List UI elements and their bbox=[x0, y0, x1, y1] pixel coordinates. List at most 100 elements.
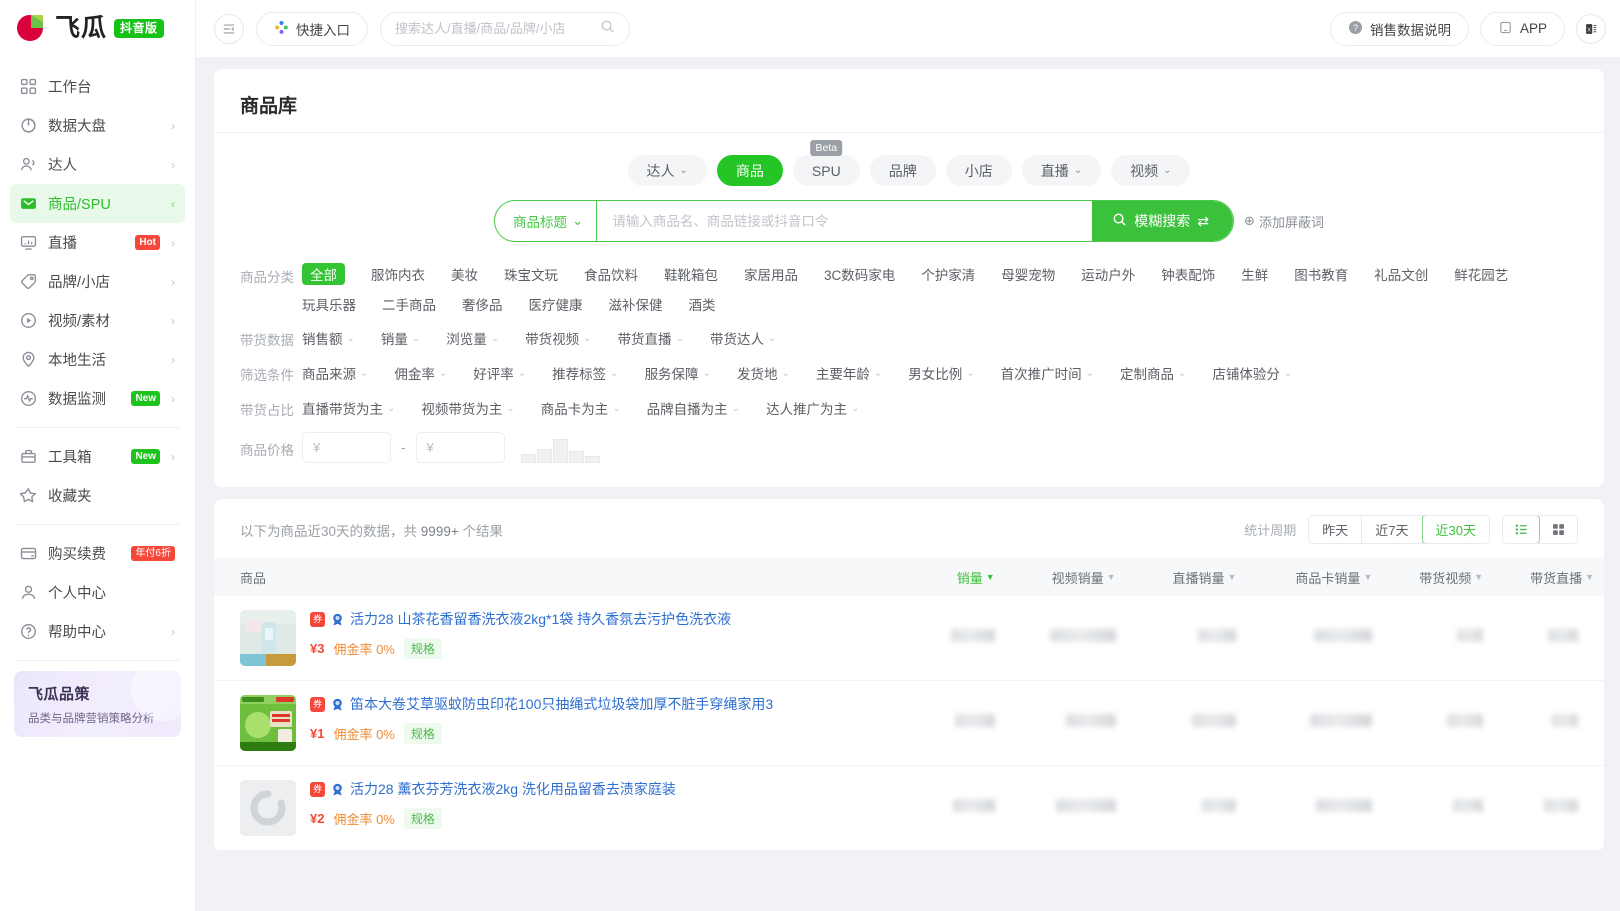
product-thumbnail[interactable] bbox=[240, 610, 296, 666]
col-sales-volume[interactable]: 销量 ▼ bbox=[898, 558, 1005, 596]
filter-item[interactable]: 食品饮料 bbox=[584, 264, 638, 284]
list-view-icon[interactable] bbox=[1503, 516, 1540, 543]
col-card-sales[interactable]: 商品卡销量 ▼ bbox=[1246, 558, 1383, 596]
filter-item[interactable]: 美妆 bbox=[451, 264, 478, 284]
filter-item[interactable]: 浏览量 ⌄ bbox=[446, 327, 499, 349]
global-search[interactable] bbox=[380, 11, 630, 46]
sidebar-item-video-material[interactable]: 视频/素材 › bbox=[10, 301, 185, 340]
promo-card-feigua-pince[interactable]: 飞瓜品策 品类与品牌营销策略分析 bbox=[14, 671, 181, 737]
filter-item[interactable]: 钟表配饰 bbox=[1161, 264, 1215, 284]
filter-item[interactable]: 家居用品 bbox=[744, 264, 798, 284]
filter-item[interactable]: 达人推广为主 ⌄ bbox=[766, 397, 859, 419]
period-yesterday[interactable]: 昨天 bbox=[1309, 516, 1363, 543]
product-spec-button[interactable]: 规格 bbox=[403, 722, 442, 744]
table-row[interactable]: 券 活力28 山茶花香留香洗衣液2kg*1袋 持久香氛去污护色洗衣液 ¥3 佣金… bbox=[214, 596, 1604, 681]
sidebar-item-data-monitor[interactable]: 数据监测 New › bbox=[10, 379, 185, 418]
app-button[interactable]: APP bbox=[1479, 11, 1565, 46]
tab-live[interactable]: 直播 ⌄ bbox=[1021, 155, 1102, 186]
sidebar-item-workbench[interactable]: 工作台 bbox=[10, 67, 185, 106]
tab-influencer[interactable]: 达人 ⌄ bbox=[627, 155, 707, 186]
product-title[interactable]: 活力28 薰衣芬芳洗衣液2kg 洗化用品留香去渍家庭装 bbox=[350, 780, 676, 799]
filter-item[interactable]: 视频带货为主 ⌄ bbox=[421, 397, 514, 419]
tab-shop[interactable]: 小店 bbox=[945, 155, 1012, 186]
filter-item[interactable]: 首次推广时间 ⌄ bbox=[1001, 362, 1094, 384]
grid-view-icon[interactable] bbox=[1539, 516, 1577, 543]
filter-item[interactable]: 奢侈品 bbox=[462, 294, 503, 314]
search-input[interactable] bbox=[395, 21, 600, 36]
filter-item[interactable]: 定制商品 ⌄ bbox=[1120, 362, 1186, 384]
filter-item[interactable]: 珠宝文玩 bbox=[504, 264, 558, 284]
search-submit-button[interactable]: 模糊搜索 ⇄ bbox=[1092, 201, 1234, 241]
sidebar-item-favorites[interactable]: 收藏夹 bbox=[10, 476, 185, 515]
price-distribution-histogram[interactable] bbox=[520, 432, 600, 463]
filter-item[interactable]: 玩具乐器 bbox=[302, 294, 356, 314]
quick-entry-button[interactable]: 快捷入口 bbox=[256, 11, 368, 46]
swap-icon[interactable]: ⇄ bbox=[1197, 213, 1209, 230]
product-search-input[interactable] bbox=[597, 201, 1093, 241]
search-icon[interactable] bbox=[600, 19, 615, 39]
filter-item[interactable]: 生鲜 bbox=[1241, 264, 1268, 284]
sidebar-item-influencer[interactable]: 达人 › bbox=[10, 145, 185, 184]
product-spec-button[interactable]: 规格 bbox=[403, 637, 442, 659]
product-thumbnail[interactable] bbox=[240, 695, 296, 751]
filter-item[interactable]: 主要年龄 ⌄ bbox=[816, 362, 882, 384]
product-thumbnail-loading[interactable] bbox=[240, 780, 296, 836]
table-row[interactable]: 券 笛本大卷艾草驱蚊防虫印花100只抽绳式垃圾袋加厚不脏手穿绳家用3 ¥1 佣金… bbox=[214, 680, 1604, 766]
filter-item[interactable]: 品牌自播为主 ⌄ bbox=[647, 397, 740, 419]
period-7days[interactable]: 近7天 bbox=[1362, 516, 1423, 543]
sidebar-item-toolbox[interactable]: 工具箱 New › bbox=[10, 437, 185, 476]
search-scope-select[interactable]: 商品标题 ⌄ bbox=[495, 201, 598, 241]
tab-spu[interactable]: Beta SPU bbox=[792, 140, 860, 186]
filter-item[interactable]: 3C数码家电 bbox=[824, 264, 895, 284]
collapse-sidebar-icon[interactable] bbox=[214, 13, 244, 44]
sidebar-item-personal-center[interactable]: 个人中心 bbox=[10, 573, 185, 612]
sidebar-item-local-life[interactable]: 本地生活 › bbox=[10, 340, 185, 379]
filter-item[interactable]: 母婴宠物 bbox=[1001, 264, 1055, 284]
filter-item[interactable]: 直播带货为主 ⌄ bbox=[302, 397, 395, 419]
col-promo-lives[interactable]: 带货直播 ▼ bbox=[1493, 558, 1604, 596]
filter-item[interactable]: 图书教育 bbox=[1294, 264, 1348, 284]
filter-item[interactable]: 发货地 ⌄ bbox=[737, 362, 790, 384]
tab-product[interactable]: 商品 bbox=[716, 155, 783, 186]
filter-item[interactable]: 酒类 bbox=[689, 294, 716, 314]
product-spec-button[interactable]: 规格 bbox=[403, 807, 442, 829]
sidebar-item-data-overview[interactable]: 数据大盘 › bbox=[10, 106, 185, 145]
filter-item[interactable]: 店铺体验分 ⌄ bbox=[1212, 362, 1292, 384]
filter-item[interactable]: 礼品文创 bbox=[1374, 264, 1428, 284]
col-video-sales[interactable]: 视频销量 ▼ bbox=[1004, 558, 1126, 596]
filter-item[interactable]: 服务保障 ⌄ bbox=[645, 362, 711, 384]
filter-item[interactable]: 服饰内衣 bbox=[371, 264, 425, 284]
product-title[interactable]: 笛本大卷艾草驱蚊防虫印花100只抽绳式垃圾袋加厚不脏手穿绳家用3 bbox=[350, 695, 773, 714]
sidebar-item-live[interactable]: 直播 Hot › bbox=[10, 223, 185, 262]
price-min-input[interactable]: ¥ bbox=[302, 432, 391, 463]
tab-brand[interactable]: 品牌 bbox=[869, 155, 936, 186]
filter-item[interactable]: 滋补保健 bbox=[609, 294, 663, 314]
filter-item[interactable]: 商品卡为主 ⌄ bbox=[541, 397, 621, 419]
sales-data-help-button[interactable]: ? 销售数据说明 bbox=[1329, 11, 1469, 46]
filter-item[interactable]: 带货视频 ⌄ bbox=[525, 327, 591, 349]
table-row[interactable]: 券 活力28 薰衣芬芳洗衣液2kg 洗化用品留香去渍家庭装 ¥2 佣金率 0% … bbox=[214, 765, 1604, 851]
sidebar-item-purchase-renew[interactable]: 购买续费 年付6折 bbox=[10, 534, 185, 573]
period-30days[interactable]: 近30天 bbox=[1421, 516, 1490, 543]
sidebar-item-brand-shop[interactable]: 品牌/小店 › bbox=[10, 262, 185, 301]
filter-item[interactable]: 鲜花园艺 bbox=[1454, 264, 1508, 284]
filter-item[interactable]: 带货达人 ⌄ bbox=[710, 327, 776, 349]
filter-item[interactable]: 医疗健康 bbox=[529, 294, 583, 314]
col-live-sales[interactable]: 直播销量 ▼ bbox=[1125, 558, 1247, 596]
filter-item[interactable]: 销售额 ⌄ bbox=[302, 327, 355, 349]
filter-item[interactable]: 商品来源 ⌄ bbox=[302, 362, 368, 384]
filter-item[interactable]: 销量 ⌄ bbox=[381, 327, 420, 349]
filter-item[interactable]: 男女比例 ⌄ bbox=[908, 362, 974, 384]
filter-item[interactable]: 推荐标签 ⌄ bbox=[552, 362, 618, 384]
excel-export-icon[interactable]: X bbox=[1576, 13, 1606, 44]
filter-item[interactable]: 带货直播 ⌄ bbox=[618, 327, 684, 349]
price-max-input[interactable]: ¥ bbox=[415, 432, 505, 463]
logo[interactable]: 飞瓜 抖音版 bbox=[0, 0, 195, 57]
tab-video[interactable]: 视频 ⌄ bbox=[1111, 155, 1191, 186]
filter-item[interactable]: 运动户外 bbox=[1081, 264, 1135, 284]
filter-item[interactable]: 个护家清 bbox=[921, 264, 975, 284]
product-title[interactable]: 活力28 山茶花香留香洗衣液2kg*1袋 持久香氛去污护色洗衣液 bbox=[350, 610, 731, 629]
add-exclude-word-button[interactable]: ⊕ 添加屏蔽词 bbox=[1244, 212, 1324, 231]
filter-item[interactable]: 鞋靴箱包 bbox=[664, 264, 718, 284]
filter-item[interactable]: 二手商品 bbox=[382, 294, 436, 314]
